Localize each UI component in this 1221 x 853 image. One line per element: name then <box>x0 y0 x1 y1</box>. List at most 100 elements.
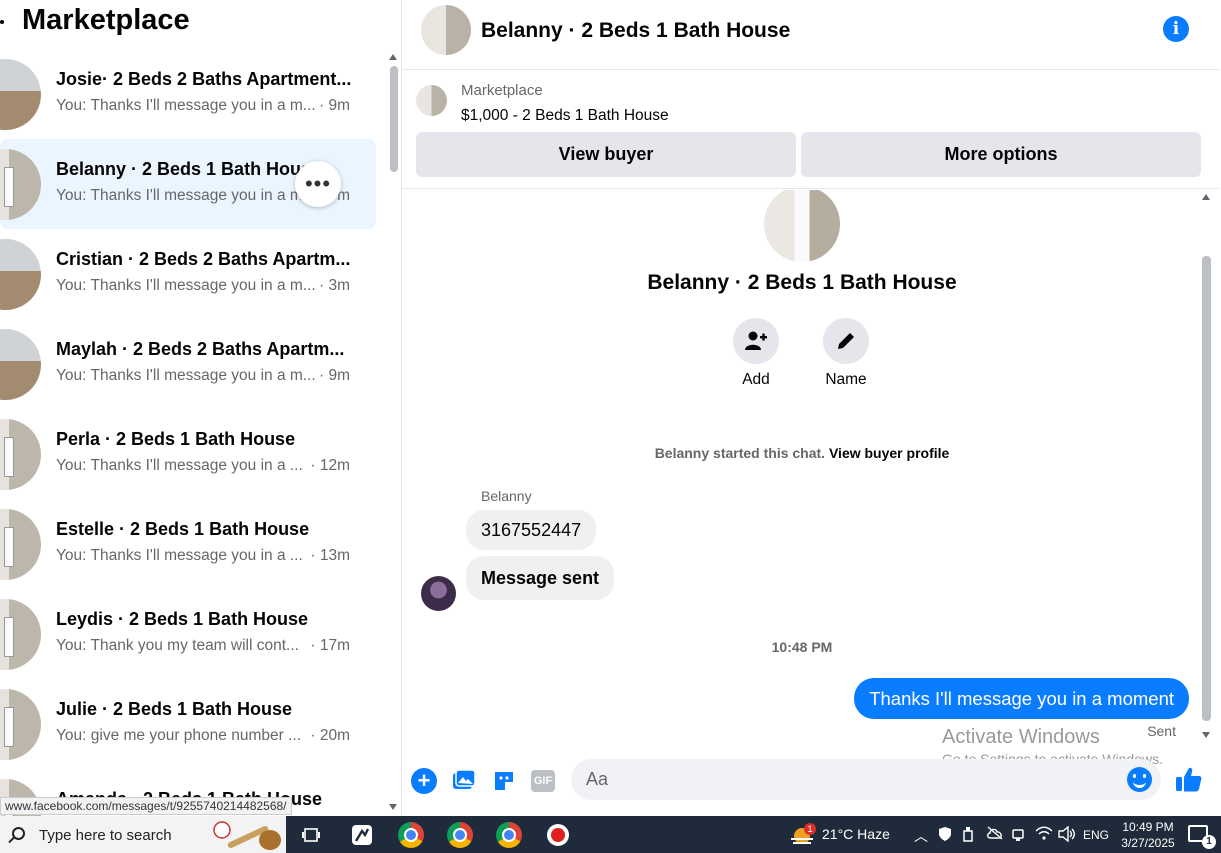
scroll-up-arrow-icon[interactable] <box>389 54 397 60</box>
conversation-name: Perla · 2 Beds 1 Bath House <box>56 429 296 449</box>
chrome-profile-icon[interactable] <box>398 822 424 848</box>
emoji-icon[interactable] <box>1127 767 1152 792</box>
taskbar-search-box[interactable]: Type here to search <box>0 816 286 853</box>
conversation-time: · 13m <box>310 547 350 564</box>
screen-recorder-icon[interactable] <box>545 822 571 848</box>
view-buyer-profile-link[interactable]: View buyer profile <box>829 445 949 461</box>
outgoing-message[interactable]: Thanks I'll message you in a moment <box>854 678 1189 719</box>
chat-avatar[interactable] <box>421 5 471 55</box>
add-action[interactable]: Add <box>726 318 786 389</box>
pencil-icon[interactable] <box>823 318 869 364</box>
conversation-avatar <box>0 419 41 490</box>
conversation-more-options-icon[interactable]: ••• <box>295 161 341 207</box>
conversation-avatar <box>0 239 41 310</box>
scroll-down-arrow-icon[interactable] <box>1202 732 1210 738</box>
listing-title[interactable]: $1,000 - 2 Beds 1 Bath House <box>461 107 669 125</box>
clock-date: 3/27/2025 <box>1121 836 1175 850</box>
scroll-down-arrow-icon[interactable] <box>389 804 397 810</box>
conversation-item-active[interactable]: Belanny · 2 Beds 1 Bath House You: Thank… <box>0 139 376 229</box>
conversation-item[interactable]: Cristian · 2 Beds 2 Baths Apartm... You:… <box>0 229 376 319</box>
conversation-time: · 9m <box>319 97 350 114</box>
weather-badge: 1 <box>804 823 816 835</box>
taskbar-search-placeholder: Type here to search <box>39 827 172 844</box>
conversation-name: Julie · 2 Beds 1 Bath House <box>56 699 293 719</box>
chrome-profile-icon[interactable] <box>447 822 473 848</box>
conversation-snippet: You: give me your phone number ... <box>56 727 301 744</box>
message-input[interactable]: Aa <box>571 759 1161 800</box>
baseball-decoration-icon <box>212 818 284 851</box>
scrollbar-thumb[interactable] <box>390 66 398 172</box>
conversation-time: · 3m <box>319 277 350 294</box>
conversation-avatar <box>0 59 41 130</box>
sidebar-scrollbar[interactable] <box>386 52 400 812</box>
name-action[interactable]: Name <box>816 318 876 389</box>
conversation-item[interactable]: Leydis · 2 Beds 1 Bath House You: Thank … <box>0 589 376 679</box>
conversation-item[interactable]: Perla · 2 Beds 1 Bath House You: Thanks … <box>0 409 376 499</box>
add-person-icon[interactable] <box>733 318 779 364</box>
conversation-name: Maylah · 2 Beds 2 Baths Apartm... <box>56 339 345 359</box>
language-indicator[interactable]: ENG <box>1083 828 1109 842</box>
chat-header: Belanny · 2 Beds 1 Bath House i <box>402 0 1219 70</box>
conversation-time: · 9m <box>319 367 350 384</box>
wifi-icon[interactable] <box>1035 826 1053 843</box>
conversation-item[interactable]: Julie · 2 Beds 1 Bath House You: give me… <box>0 679 376 769</box>
incoming-message[interactable]: 3167552447 <box>466 510 597 550</box>
security-shield-icon[interactable] <box>938 826 952 845</box>
notification-count-badge: 1 <box>1202 835 1216 849</box>
thread-scrollbar[interactable] <box>1199 192 1213 740</box>
link-status-url: www.facebook.com/messages/t/925574021448… <box>0 797 292 815</box>
chat-title[interactable]: Belanny · 2 Beds 1 Bath House <box>481 19 790 43</box>
like-thumb-icon[interactable] <box>1175 765 1203 793</box>
conversation-snippet: You: Thank you my team will cont... <box>56 637 299 654</box>
conversation-item[interactable]: Estelle · 2 Beds 1 Bath House You: Thank… <box>0 499 376 589</box>
task-view-icon[interactable] <box>298 822 324 848</box>
usb-device-icon[interactable] <box>963 826 973 845</box>
taskbar-clock[interactable]: 10:49 PM 3/27/2025 <box>1116 819 1180 851</box>
conversation-snippet: You: Thanks I'll message you in a ... <box>56 457 303 474</box>
windows-taskbar: Type here to search 1 21°C Haze ︿ ENG 10… <box>0 816 1221 853</box>
more-options-button[interactable]: More options <box>801 132 1201 177</box>
gif-icon[interactable]: GIF <box>531 770 555 792</box>
conversation-time: · 17m <box>310 637 350 654</box>
conversation-name: Estelle · 2 Beds 1 Bath House <box>56 519 310 539</box>
meet-now-icon[interactable] <box>1011 826 1025 845</box>
profile-avatar[interactable] <box>764 190 840 262</box>
conversation-avatar <box>0 599 41 670</box>
sticker-icon[interactable] <box>491 768 517 794</box>
conversation-avatar <box>0 689 41 760</box>
conversation-name: Josie· 2 Beds 2 Baths Apartment... <box>56 69 352 89</box>
volume-icon[interactable] <box>1058 825 1076 845</box>
conversation-snippet: You: Thanks I'll message you in a ... <box>56 547 303 564</box>
conversation-item[interactable]: Maylah · 2 Beds 2 Baths Apartm... You: T… <box>0 319 376 409</box>
chat-started-notice: Belanny started this chat. View buyer pr… <box>402 445 1202 461</box>
info-icon[interactable]: i <box>1163 16 1189 42</box>
listing-thumbnail[interactable] <box>416 85 447 116</box>
back-icon[interactable] <box>0 20 4 24</box>
message-input-placeholder: Aa <box>586 769 609 789</box>
conversation-item[interactable]: Josie· 2 Beds 2 Baths Apartment... You: … <box>0 49 376 139</box>
conversation-snippet: You: Thanks I'll message you in a m... <box>56 367 316 384</box>
listing-banner: Marketplace $1,000 - 2 Beds 1 Bath House… <box>402 71 1219 189</box>
incoming-message[interactable]: Message sent <box>466 556 615 600</box>
view-buyer-button[interactable]: View buyer <box>416 132 796 177</box>
scrollbar-thumb[interactable] <box>1202 256 1211 721</box>
conversation-sidebar: Marketplace Josie· 2 Beds 2 Baths Apartm… <box>0 0 401 816</box>
search-icon <box>12 827 25 840</box>
chrome-profile-icon[interactable] <box>496 822 522 848</box>
conversation-snippet: You: Thanks I'll message you in a m... <box>56 277 316 294</box>
conversation-avatar <box>0 149 41 220</box>
conversation-avatar <box>0 329 41 400</box>
profile-name: Belanny · 2 Beds 1 Bath House <box>647 271 957 294</box>
image-icon[interactable] <box>451 768 477 794</box>
app-icon[interactable] <box>349 822 375 848</box>
message-composer: + GIF Aa <box>402 750 1221 816</box>
conversation-name: Leydis · 2 Beds 1 Bath House <box>56 609 309 629</box>
activation-watermark-title: Activate Windows <box>942 726 1100 748</box>
conversation-avatar <box>0 509 41 580</box>
started-text: Belanny started this chat. <box>654 445 826 461</box>
plus-icon[interactable]: + <box>411 768 437 794</box>
cloud-offline-icon[interactable] <box>986 826 1004 843</box>
scroll-up-arrow-icon[interactable] <box>1202 194 1210 200</box>
weather-text[interactable]: 21°C Haze <box>822 826 890 842</box>
show-hidden-icons-chevron-icon[interactable]: ︿ <box>914 826 928 846</box>
